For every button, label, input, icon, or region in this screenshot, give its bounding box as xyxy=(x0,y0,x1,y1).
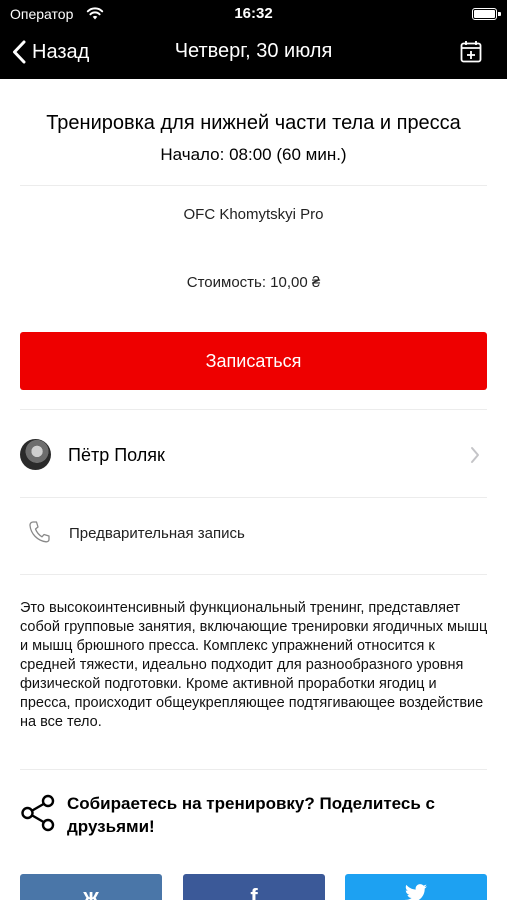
workout-details: Тренировка для нижней части тела и пресс… xyxy=(0,79,507,900)
booking-row: Предварительная запись xyxy=(0,512,507,554)
share-icon xyxy=(21,794,55,832)
chevron-right-icon xyxy=(471,447,479,463)
share-prompt: Собираетесь на тренировку? Поделитесь с … xyxy=(67,794,435,836)
signup-button[interactable]: Записаться xyxy=(20,332,487,390)
calendar-add-icon[interactable] xyxy=(459,40,483,64)
wifi-icon xyxy=(86,7,104,20)
avatar xyxy=(20,439,51,470)
share-section: Собираетесь на тренировку? Поделитесь с … xyxy=(0,786,507,846)
chevron-left-icon xyxy=(13,40,26,64)
club-name: OFC Khomytskyi Pro xyxy=(183,206,324,223)
status-bar: Оператор 16:32 xyxy=(0,0,507,28)
twitter-icon xyxy=(405,884,427,900)
divider xyxy=(20,574,487,575)
divider xyxy=(20,185,487,186)
divider xyxy=(20,769,487,770)
carrier-label: Оператор xyxy=(10,6,74,22)
trainer-name: Пётр Поляк xyxy=(68,445,165,465)
workout-title: Тренировка для нижней части тела и пресс… xyxy=(46,112,461,134)
share-twitter-button[interactable] xyxy=(345,874,487,900)
header: Оператор 16:32 Назад Четверг, 30 июля xyxy=(0,0,507,79)
workout-start-time: Начало: 08:00 (60 мин.) xyxy=(160,145,347,164)
share-facebook-button[interactable]: f xyxy=(183,874,325,900)
clock: 16:32 xyxy=(234,5,273,22)
back-label: Назад xyxy=(32,40,90,63)
back-button[interactable]: Назад xyxy=(12,37,89,67)
facebook-icon: f xyxy=(250,884,258,900)
share-vk-button[interactable]: ж xyxy=(20,874,162,900)
phone-icon xyxy=(29,521,50,543)
workout-description: Это высокоинтенсивный функциональный тре… xyxy=(20,600,488,730)
trainer-row[interactable]: Пётр Поляк xyxy=(0,424,507,486)
divider xyxy=(20,497,487,498)
battery-icon xyxy=(472,8,501,20)
booking-label: Предварительная запись xyxy=(69,525,245,542)
vk-icon: ж xyxy=(83,884,99,900)
divider xyxy=(20,409,487,410)
workout-price: Стоимость: 10,00 ₴ xyxy=(186,274,321,291)
navigation-bar: Назад Четверг, 30 июля xyxy=(0,28,507,79)
